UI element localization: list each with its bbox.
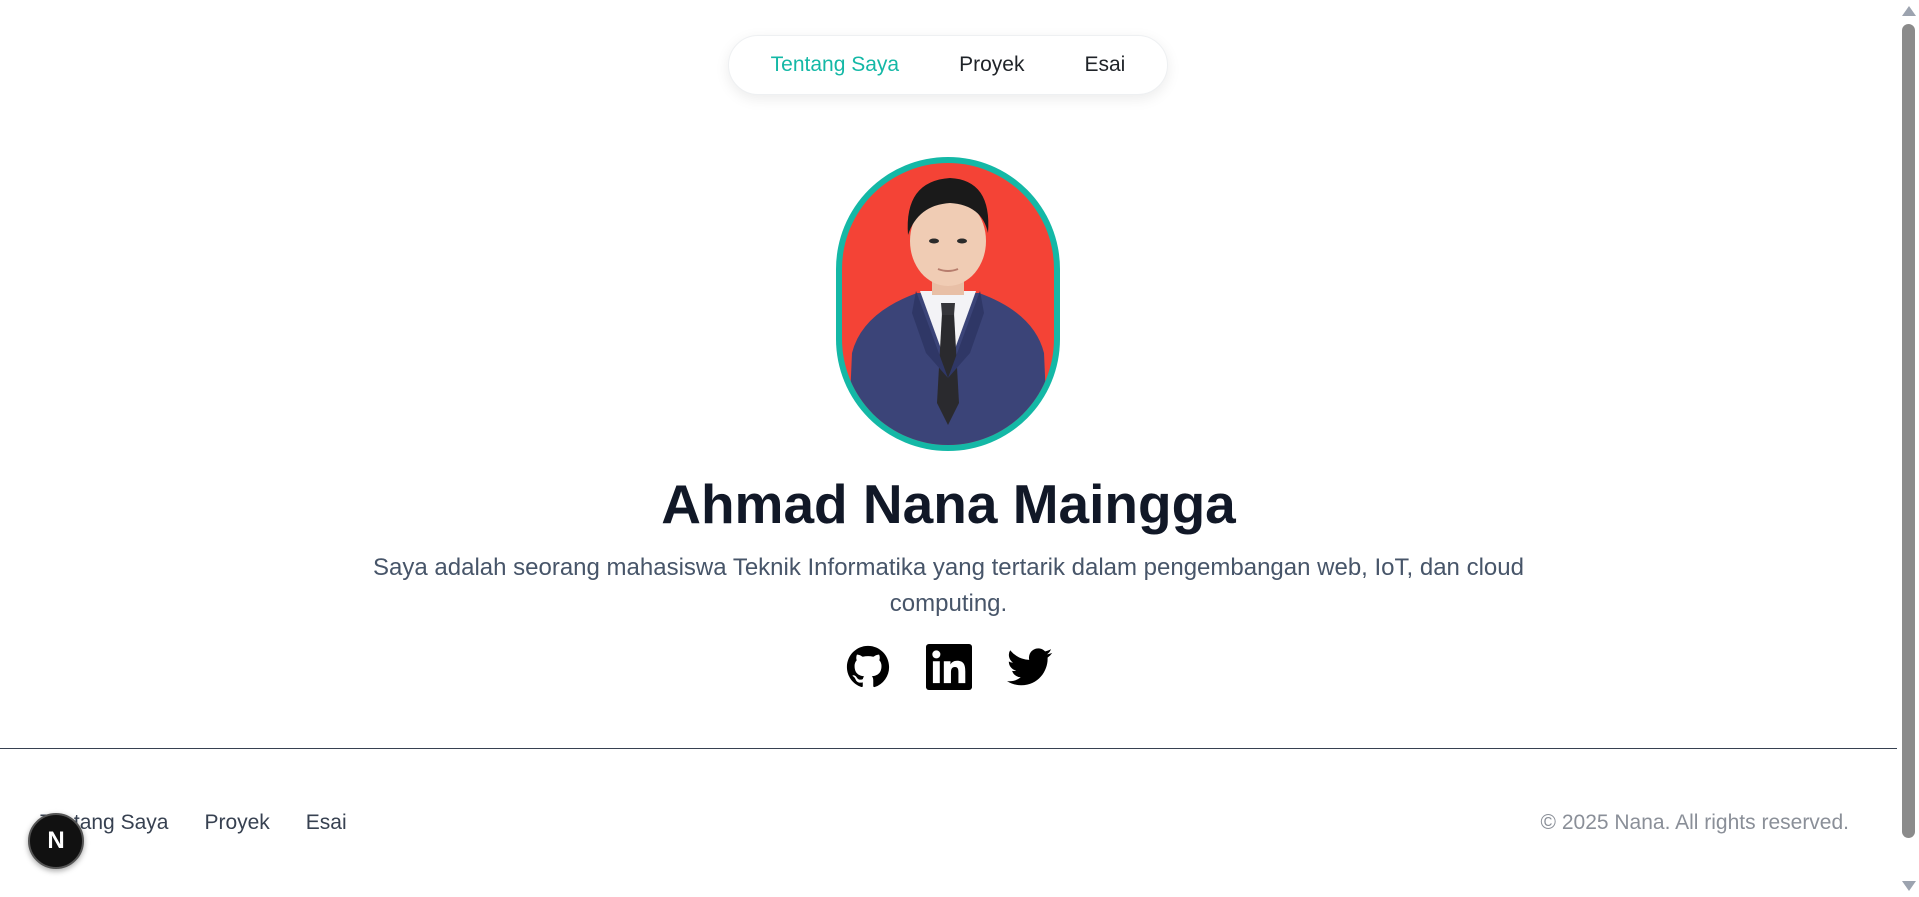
- github-link[interactable]: [845, 644, 891, 690]
- profile-bio: Saya adalah seorang mahasiswa Teknik Inf…: [373, 554, 1524, 617]
- github-icon: [846, 645, 890, 688]
- linkedin-link[interactable]: [926, 644, 972, 690]
- scroll-down-arrow-icon[interactable]: [1902, 881, 1916, 891]
- twitter-icon: [1007, 648, 1053, 686]
- profile-name: Ahmad Nana Maingga: [661, 473, 1236, 535]
- profile-photo-image: [842, 163, 1054, 445]
- scroll-up-arrow-icon[interactable]: [1902, 6, 1916, 16]
- top-navigation: Tentang Saya Proyek Esai: [728, 35, 1168, 95]
- footer-link-proyek[interactable]: Proyek: [204, 811, 269, 835]
- footer-link-esai[interactable]: Esai: [306, 811, 347, 835]
- footer-divider: [0, 748, 1897, 749]
- linkedin-icon: [926, 644, 972, 690]
- nextjs-n-icon: N: [47, 827, 65, 854]
- vertical-scrollbar[interactable]: [1898, 0, 1919, 897]
- profile-photo: [836, 157, 1060, 451]
- scrollbar-thumb[interactable]: [1902, 24, 1915, 838]
- page: Tentang Saya Proyek Esai Ahmad Nana Main…: [0, 0, 1919, 897]
- copyright-text: © 2025 Nana. All rights reserved.: [1540, 811, 1849, 834]
- nav-link-proyek[interactable]: Proyek: [959, 53, 1024, 77]
- nextjs-dev-indicator[interactable]: N: [28, 813, 84, 869]
- footer-navigation: Tentang Saya Proyek Esai: [40, 811, 347, 835]
- social-links: [845, 644, 1053, 690]
- nav-link-esai[interactable]: Esai: [1084, 53, 1125, 77]
- twitter-link[interactable]: [1007, 644, 1053, 690]
- nav-link-tentang-saya[interactable]: Tentang Saya: [771, 53, 899, 77]
